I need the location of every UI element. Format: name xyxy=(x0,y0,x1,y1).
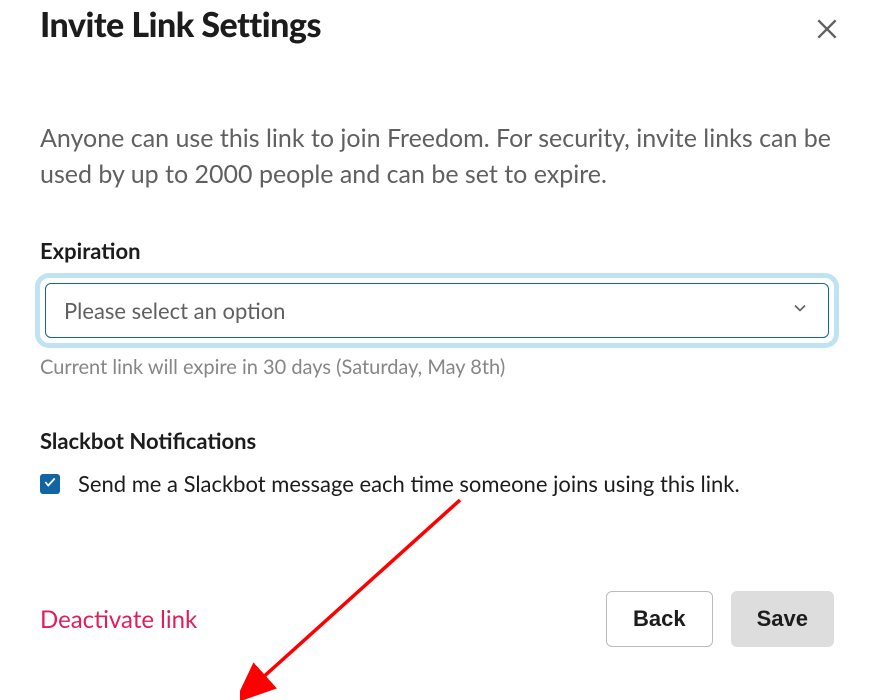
save-button[interactable]: Save xyxy=(731,591,834,647)
expiration-select[interactable]: Please select an option xyxy=(45,283,829,338)
modal-title: Invite Link Settings xyxy=(40,4,321,45)
footer-buttons: Back Save xyxy=(606,591,834,647)
expiration-helper-text: Current link will expire in 30 days (Sat… xyxy=(40,355,834,379)
expiration-label: Expiration xyxy=(40,237,834,264)
checkmark-icon xyxy=(43,474,57,493)
notifications-checkbox[interactable] xyxy=(40,474,60,494)
notifications-label: Slackbot Notifications xyxy=(40,427,834,454)
modal-description: Anyone can use this link to join Freedom… xyxy=(40,120,834,193)
notifications-checkbox-row: Send me a Slackbot message each time som… xyxy=(40,468,834,500)
invite-link-settings-modal: Invite Link Settings Anyone can use this… xyxy=(0,0,874,647)
close-icon xyxy=(814,27,840,46)
expiration-select-focus-ring: Please select an option xyxy=(40,278,834,343)
modal-footer: Deactivate link Back Save xyxy=(40,591,834,647)
back-button[interactable]: Back xyxy=(606,591,713,647)
close-button[interactable] xyxy=(810,12,844,50)
deactivate-link[interactable]: Deactivate link xyxy=(40,605,197,634)
modal-header: Invite Link Settings xyxy=(40,0,834,50)
expiration-select-placeholder: Please select an option xyxy=(64,297,285,324)
notifications-checkbox-label: Send me a Slackbot message each time som… xyxy=(78,468,740,500)
chevron-down-icon xyxy=(790,298,810,322)
